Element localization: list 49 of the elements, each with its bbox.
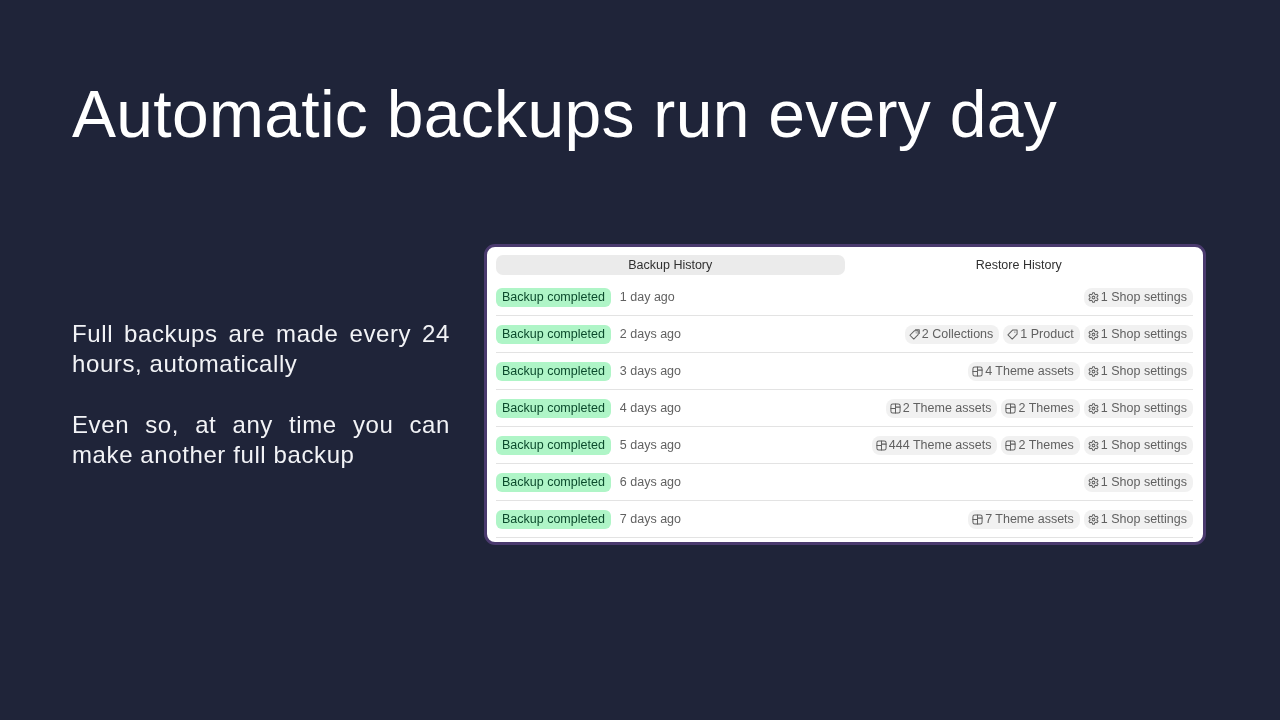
layout-icon (972, 513, 984, 525)
layout-icon (889, 402, 901, 414)
layout-icon (1005, 402, 1017, 414)
history-tab[interactable]: Restore History (844, 255, 1193, 275)
status-badge: Backup completed (496, 435, 611, 455)
slide-title: Automatic backups run every day (72, 76, 1059, 153)
backup-time: 6 days ago (619, 473, 681, 491)
gear-icon (1087, 513, 1099, 525)
tag-label: 1 Shop settings (1100, 288, 1187, 306)
layout-icon (1005, 439, 1017, 451)
backup-time: 7 days ago (619, 510, 681, 528)
tag-label: 1 Shop settings (1100, 436, 1187, 454)
history-tab[interactable]: Backup History (496, 255, 845, 275)
gear-icon (1087, 365, 1099, 377)
tag-label: 4 Theme assets (985, 362, 1074, 380)
tag-label: 2 Themes (1018, 399, 1074, 417)
tag-label: 1 Shop settings (1100, 473, 1187, 491)
gear-icon (1087, 439, 1099, 451)
status-badge: Backup completed (496, 398, 611, 418)
gear-icon (1087, 402, 1099, 414)
tag-label: 1 Product (1020, 325, 1074, 343)
tags-icon (908, 328, 920, 340)
layout-icon (972, 365, 984, 377)
gear-icon (1087, 328, 1099, 340)
gear-icon (1087, 476, 1099, 488)
tag-label: 1 Shop settings (1100, 510, 1187, 528)
tag-label: 7 Theme assets (985, 510, 1074, 528)
body-paragraph: Full backups are made every 24 hours, automatically (72, 319, 450, 379)
tag-label: 2 Collections (921, 325, 994, 343)
tag-label: 2 Themes (1018, 436, 1074, 454)
backup-time: 3 days ago (619, 362, 681, 380)
status-badge: Backup completed (496, 361, 611, 381)
status-badge: Backup completed (496, 287, 611, 307)
tag-label: 1 Shop settings (1100, 399, 1187, 417)
tag-label: 1 Shop settings (1100, 325, 1187, 343)
backup-time: 5 days ago (619, 436, 681, 454)
tag-label: 444 Theme assets (888, 436, 992, 454)
backup-time: 4 days ago (619, 399, 681, 417)
backup-time: 2 days ago (619, 325, 681, 343)
status-badge: Backup completed (496, 324, 611, 344)
gear-icon (1087, 291, 1099, 303)
tag-label: 1 Shop settings (1100, 362, 1187, 380)
status-badge: Backup completed (496, 509, 611, 529)
tag-icon (1007, 328, 1019, 340)
status-badge: Backup completed (496, 472, 611, 492)
tag-label: 2 Theme assets (902, 399, 992, 417)
backup-time: 1 day ago (619, 288, 675, 306)
layout-icon (875, 439, 887, 451)
body-paragraph: Even so, at any time you can make another full backup (72, 410, 450, 470)
